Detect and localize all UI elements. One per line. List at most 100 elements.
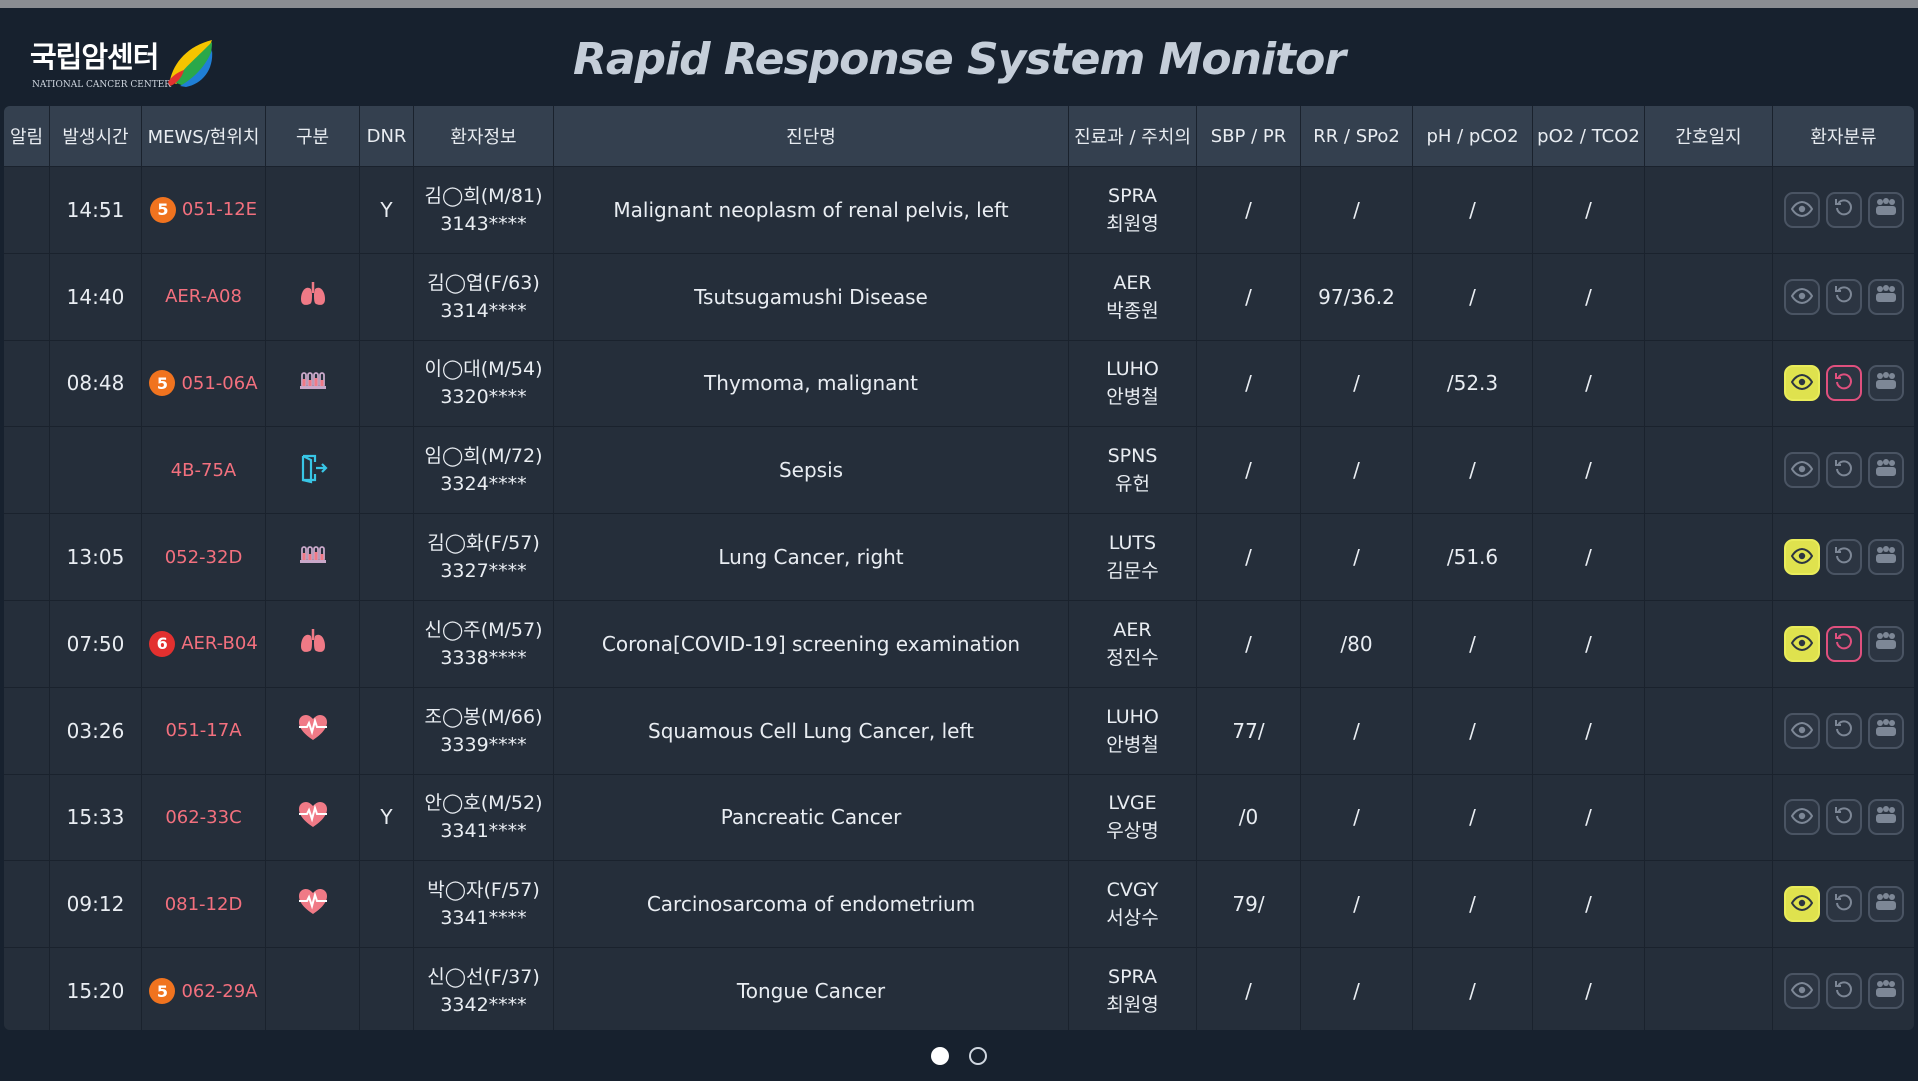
type-cell (266, 514, 360, 600)
column-header[interactable]: DNR (360, 106, 414, 166)
view-button[interactable] (1783, 278, 1820, 315)
column-header[interactable]: 환자분류 (1773, 106, 1914, 166)
column-header[interactable]: 발생시간 (50, 106, 142, 166)
patient-name: 조◯봉(M/66) (424, 705, 543, 728)
dnr-cell (360, 253, 414, 340)
reset-button[interactable] (1825, 452, 1862, 489)
patient-name: 이◯대(M/54) (424, 358, 543, 381)
alert-cell (4, 253, 50, 340)
reset-button[interactable] (1825, 712, 1862, 749)
reset-button[interactable] (1825, 539, 1862, 576)
group-button[interactable] (1867, 886, 1904, 923)
view-button[interactable] (1783, 886, 1820, 923)
patient-info-cell[interactable]: 신◯주(M/57) 3338**** (414, 600, 554, 687)
view-button[interactable] (1783, 799, 1820, 836)
dept-doctor-cell: LUHO 안병철 (1069, 687, 1197, 774)
group-button[interactable] (1867, 452, 1904, 489)
table-row[interactable]: 08:48 5 051-06A 이◯대(M/54) 3320**** Thymoma, m… (4, 340, 1914, 428)
eye-icon (1790, 632, 1813, 656)
view-button[interactable] (1783, 625, 1820, 662)
view-button[interactable] (1783, 712, 1820, 749)
reset-icon (1834, 892, 1854, 917)
rr-spo2-cell: / (1301, 774, 1413, 861)
group-button[interactable] (1867, 973, 1904, 1010)
reset-button[interactable] (1825, 191, 1862, 228)
group-icon (1874, 805, 1898, 830)
patient-info-cell[interactable]: 이◯대(M/54) 3320**** (414, 340, 554, 427)
mews-badge: 5 (149, 978, 176, 1005)
column-header[interactable]: RR / SPo2 (1301, 106, 1413, 166)
view-button[interactable] (1783, 973, 1820, 1010)
view-button[interactable] (1783, 539, 1820, 576)
dept-doctor: LVGE 우상명 (1106, 789, 1158, 845)
patient-info-cell[interactable]: 임◯희(M/72) 3324**** (414, 427, 554, 514)
patient-info-cell[interactable]: 신◯선(F/37) 3342**** (414, 948, 554, 1030)
table-row[interactable]: 15:20 5 062-29A 신◯선(F/37) 3342**** Tongue Can… (4, 948, 1914, 1030)
reset-button[interactable] (1825, 973, 1862, 1010)
patient-info-cell[interactable]: 김◯엽(F/63) 3314**** (414, 253, 554, 340)
page-dot[interactable] (931, 1047, 949, 1065)
table-row[interactable]: 14:51 5 051-12E Y 김◯희(M/81) 3143**** Malignant… (4, 167, 1914, 254)
group-button[interactable] (1867, 799, 1904, 836)
reset-button[interactable] (1825, 625, 1862, 662)
column-header[interactable]: 진단명 (554, 106, 1069, 166)
dnr-cell (360, 340, 414, 427)
table-row[interactable]: 13:05 052-32D 김◯화(F/57) 3327**** Lung Cancer… (4, 514, 1914, 601)
discharge-icon (297, 452, 329, 489)
group-button[interactable] (1867, 191, 1904, 228)
patient-info-cell[interactable]: 박◯자(F/57) 3341**** (414, 861, 554, 948)
column-header[interactable]: SBP / PR (1197, 106, 1301, 166)
reset-icon (1834, 631, 1854, 656)
reset-button[interactable] (1825, 799, 1862, 836)
column-header[interactable]: 간호일지 (1645, 106, 1773, 166)
patient-info-cell[interactable]: 김◯희(M/81) 3143**** (414, 167, 554, 253)
reset-button[interactable] (1825, 278, 1862, 315)
patient-class-cell (1773, 601, 1914, 687)
group-button[interactable] (1867, 365, 1904, 402)
table-row[interactable]: 4B-75A 임◯희(M/72) 3324**** Sepsis SPNS 유헌 / / / / (4, 427, 1914, 515)
department: LUHO (1106, 358, 1159, 381)
doctor: 안병철 (1106, 733, 1159, 756)
patient-info-cell[interactable]: 조◯봉(M/66) 3339**** (414, 687, 554, 774)
reset-button[interactable] (1825, 365, 1862, 402)
doctor: 우상명 (1106, 820, 1159, 843)
dept-doctor-cell: AER 박종원 (1069, 253, 1197, 340)
group-button[interactable] (1867, 539, 1904, 576)
page-dot[interactable] (969, 1047, 987, 1065)
department: AER (1113, 271, 1152, 294)
column-header[interactable]: 진료과 / 주치의 (1069, 106, 1197, 166)
view-button[interactable] (1783, 452, 1820, 489)
patient-id: 3342**** (440, 994, 527, 1017)
table-row[interactable]: 09:12 081-12D 박◯자(F/57) 3341**** Carcinosarc… (4, 861, 1914, 949)
po2-tco2-cell: / (1533, 340, 1645, 427)
table-row[interactable]: 03:26 051-17A 조◯봉(M/66) 3339**** Squamous Ce… (4, 687, 1914, 775)
type-cell (266, 253, 360, 340)
test-tubes-icon (298, 366, 328, 401)
reset-button[interactable] (1825, 886, 1862, 923)
reset-icon (1834, 718, 1854, 743)
patient-info-cell[interactable]: 안◯호(M/52) 3341**** (414, 774, 554, 861)
dept-doctor: SPRA 최원영 (1106, 963, 1158, 1019)
mews-location-cell: 051-17A (142, 687, 266, 774)
view-button[interactable] (1783, 365, 1820, 402)
table-row[interactable]: 07:50 6 AER-B04 신◯주(M/57) 3338**** Corona[COV… (4, 600, 1914, 688)
column-header[interactable]: pO2 / TCO2 (1533, 106, 1645, 166)
department: LVGE (1108, 792, 1157, 815)
column-header[interactable]: 알림 (4, 106, 50, 166)
group-button[interactable] (1867, 625, 1904, 662)
department: LUTS (1108, 532, 1157, 555)
column-header[interactable]: pH / pCO2 (1413, 106, 1533, 166)
column-header[interactable]: 환자정보 (414, 106, 554, 166)
group-button[interactable] (1867, 278, 1904, 315)
patient-name: 김◯엽(F/63) (427, 271, 540, 294)
header: 국립암센터 NATIONAL CANCER CENTER Rapid Respo… (0, 8, 1918, 104)
type-cell (266, 600, 360, 687)
view-button[interactable] (1783, 191, 1820, 228)
table-row[interactable]: 15:33 062-33C Y 안◯호(M/52) 3341**** Pancreatic… (4, 774, 1914, 862)
table-row[interactable]: 14:40 AER-A08 김◯엽(F/63) 3314**** Tsutsugamus… (4, 253, 1914, 341)
group-icon (1874, 371, 1898, 396)
column-header[interactable]: 구분 (266, 106, 360, 166)
patient-info-cell[interactable]: 김◯화(F/57) 3327**** (414, 514, 554, 600)
column-header[interactable]: MEWS/현위치 (142, 106, 266, 166)
group-button[interactable] (1867, 712, 1904, 749)
